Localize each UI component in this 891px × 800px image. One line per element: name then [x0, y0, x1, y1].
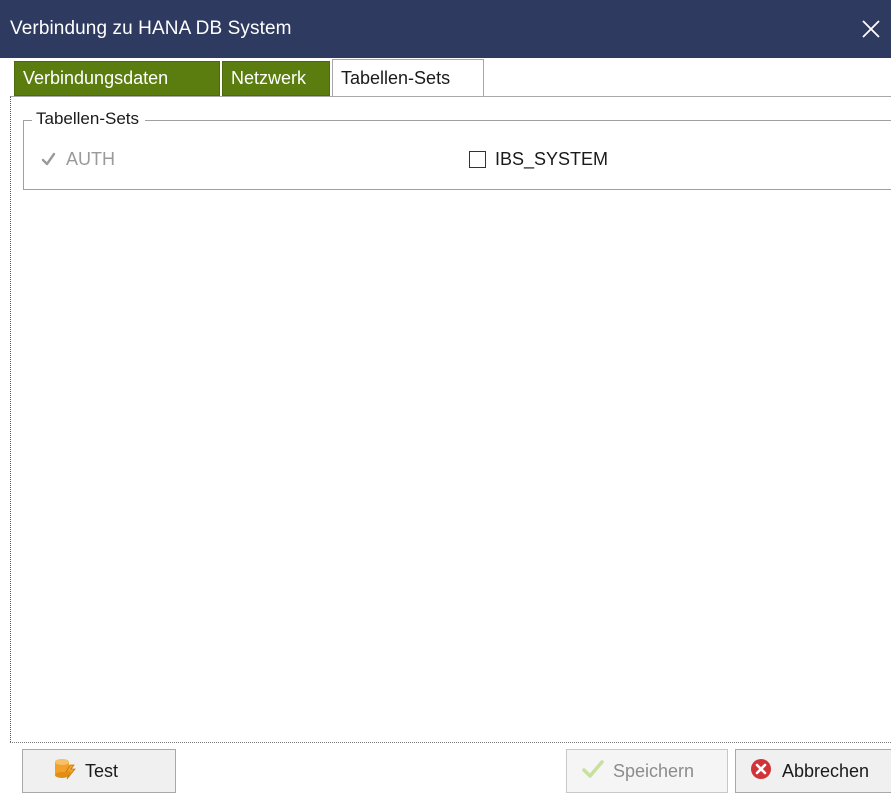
checkbox-label: AUTH [66, 149, 115, 169]
tab-netzwerk[interactable]: Netzwerk [222, 61, 330, 96]
table-sets-group: Tabellen-Sets [23, 109, 891, 190]
dialog-window: Verbindung zu HANA DB System Verbindungs… [0, 0, 891, 800]
button-label: Abbrechen [782, 760, 870, 781]
checkbox-ibs-system[interactable]: IBS_SYSTEM [469, 149, 608, 170]
database-test-icon [53, 757, 77, 786]
close-icon [862, 20, 880, 38]
tab-verbindungsdaten[interactable]: Verbindungsdaten [14, 61, 220, 96]
checkmark-icon [581, 758, 605, 785]
window-title: Verbindung zu HANA DB System [10, 18, 292, 39]
footer-separator [10, 742, 891, 743]
checkbox-label: IBS_SYSTEM [495, 149, 609, 169]
button-label: Speichern [613, 760, 695, 781]
close-button[interactable] [851, 0, 891, 58]
cancel-icon [750, 758, 772, 785]
save-button[interactable]: Speichern [566, 749, 728, 793]
group-title: Tabellen-Sets [32, 109, 146, 129]
tab-label: Netzwerk [231, 68, 307, 88]
tab-label: Tabellen-Sets [341, 67, 451, 88]
button-label: Test [85, 760, 119, 781]
title-bar[interactable]: Verbindung zu HANA DB System [0, 0, 891, 58]
tab-tabellen-sets[interactable]: Tabellen-Sets [332, 59, 484, 96]
tab-strip: Verbindungsdaten Netzwerk Tabellen-Sets [10, 58, 891, 96]
test-button[interactable]: Test [22, 749, 176, 793]
tab-content-panel [10, 96, 891, 742]
checkmark-icon [40, 151, 57, 168]
tab-label: Verbindungsdaten [23, 68, 169, 88]
checkbox-box[interactable] [469, 151, 486, 168]
checkbox-auth: AUTH [40, 149, 115, 170]
cancel-button[interactable]: Abbrechen [735, 749, 891, 793]
